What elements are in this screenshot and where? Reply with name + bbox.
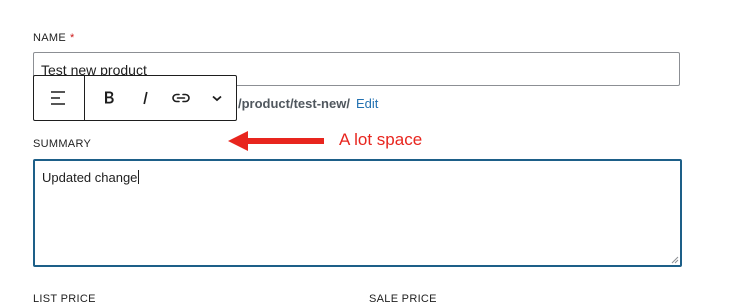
link-button[interactable] <box>163 80 199 116</box>
required-marker: * <box>69 32 75 44</box>
name-label: NAME * <box>33 32 75 44</box>
name-label-text: NAME <box>33 32 66 44</box>
align-left-icon <box>51 91 65 105</box>
text-caret <box>138 170 140 184</box>
permalink-path: /product/test-new/ <box>238 96 350 111</box>
italic-icon <box>143 91 148 105</box>
bold-button[interactable] <box>91 80 127 116</box>
annotation-text: A lot space <box>339 130 423 149</box>
more-options-button[interactable] <box>199 80 235 116</box>
sale-price-label: SALE PRICE <box>369 293 437 305</box>
summary-text: Updated change <box>42 170 138 185</box>
annotation-arrow-icon <box>228 131 324 151</box>
chevron-down-icon <box>212 95 222 102</box>
permalink-row: /product/test-new/Edit <box>238 96 378 111</box>
align-button[interactable] <box>41 80 77 116</box>
toolbar-align-group <box>34 76 85 120</box>
summary-label: SUMMARY <box>33 138 92 150</box>
resize-grip-icon[interactable] <box>670 255 679 264</box>
list-price-label: LIST PRICE <box>33 293 96 305</box>
permalink-edit-link[interactable]: Edit <box>356 96 378 111</box>
product-edit-page: NAME * Test new product /product/test-new… <box>0 0 731 305</box>
bold-icon <box>105 91 114 104</box>
summary-textarea[interactable]: Updated change <box>33 159 682 267</box>
link-icon <box>172 93 190 103</box>
toolbar-format-group <box>85 76 235 120</box>
italic-button[interactable] <box>127 80 163 116</box>
block-toolbar <box>33 75 237 121</box>
